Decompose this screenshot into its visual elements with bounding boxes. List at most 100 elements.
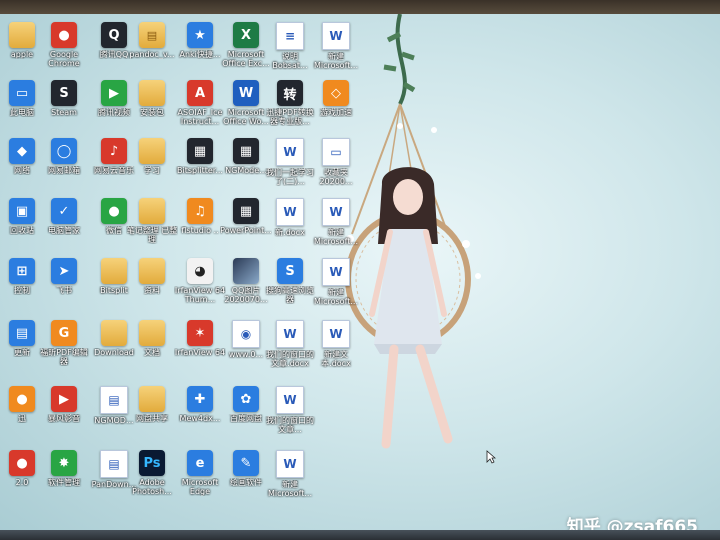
icon-browser[interactable]: ◯ 网易邮箱 [40, 138, 88, 194]
icon-asoiaf[interactable]: A ASOIAF_Ice Instruct... [176, 80, 224, 136]
game-center-icon: ◇ [323, 80, 349, 106]
icon-security[interactable]: ✓ 电脑管家 [40, 198, 88, 254]
feishu-icon: ➤ [51, 258, 77, 284]
asoiaf-icon: A [187, 80, 213, 106]
icon-photoshop[interactable]: Ps Adobe Photosh... [128, 450, 176, 506]
folder-network-icon [139, 386, 165, 412]
icon-irfanview-64[interactable]: ✶ IrfanView 64 [175, 320, 225, 376]
icon-folder-anzhuang[interactable]: 安装包 [128, 80, 176, 136]
doc-10-icon: W [276, 386, 304, 414]
icon-sogou[interactable]: S 搜狗高速浏览器 [266, 258, 314, 314]
icon-mewpix[interactable]: ✚ Mew4dx... [176, 386, 224, 442]
google-chrome-icon: ● [51, 22, 77, 48]
icon-nomodel[interactable]: ▦ NGMode... [222, 138, 270, 194]
desktop-icon-label: 迅捷PDF转换器专业版... [266, 108, 314, 126]
desktop-icon-label: 新建 Microsoft... [267, 480, 313, 498]
icon-doc-8[interactable]: W 我们的窗口的文章.docx [266, 320, 314, 376]
folder-download-icon [101, 320, 127, 346]
icon-converter[interactable]: 转迅捷PDF转换器专业版... [266, 80, 314, 136]
taskbar-edge [0, 530, 720, 540]
desktop-icon-label: 我们一起学习了(二)... [266, 168, 314, 186]
doc-1-icon: ≡ [276, 22, 304, 50]
converter-icon: 转 [277, 80, 303, 106]
mobile-assistant-icon: ✿ [233, 386, 259, 412]
icon-www[interactable]: ◉ www.0... [222, 320, 270, 376]
control-icon: ⊞ [9, 258, 35, 284]
desktop-icon-label: Adobe Photosh... [132, 478, 172, 496]
desktop-icon-label: Anki快捷... [179, 50, 221, 59]
icon-screenshot[interactable]: QQ图片2020070... [222, 258, 270, 314]
icon-folder-study[interactable]: 学习 [128, 138, 176, 194]
tencent-video-icon: ▶ [101, 80, 127, 106]
icon-folder-docs[interactable]: 文档 [128, 320, 176, 376]
icon-folder-network[interactable]: 网盘共享 [128, 386, 176, 442]
apple-icon [9, 22, 35, 48]
icon-edge[interactable]: e Microsoft Edge [176, 450, 224, 506]
icon-media-player[interactable]: ▶ 暴风影音 [40, 386, 88, 442]
desktop-icon-label: 新建 Microsoft... [313, 228, 359, 246]
pdf-tool-icon: G [51, 320, 77, 346]
icon-doc-3[interactable]: W 我们一起学习了(二)... [266, 138, 314, 194]
screenshot-icon [233, 258, 259, 284]
bitsplitter-icon: ▦ [187, 138, 213, 164]
desktop-icon-label: 搜狗高速浏览器 [266, 286, 314, 304]
icon-doc-11[interactable]: W 新建 Microsoft... [266, 450, 314, 506]
icon-fstudio[interactable]: ♫ flstudio .. [176, 198, 224, 254]
browser-icon: ◯ [51, 138, 77, 164]
icon-pandoc[interactable]: ▤ pandoc_v... [128, 22, 176, 78]
media-player-icon: ▶ [51, 386, 77, 412]
desktop-icon-label: 笔记整理 已整理 [126, 226, 178, 244]
icon-folder-notes[interactable]: 笔记整理 已整理 [126, 198, 178, 254]
desktop-icon-label: 暴风影音 [48, 414, 80, 423]
desktop-icon-label: 飞书 [56, 286, 72, 295]
doc-7-icon: W [322, 258, 350, 286]
desktop-icon-label: 软件管理 [48, 478, 80, 487]
icon-bitsplitter[interactable]: ▦ Bitsplitter... [176, 138, 224, 194]
icon-app-store[interactable]: ✸ 软件管理 [40, 450, 88, 506]
icon-folder-data[interactable]: 资料 [128, 258, 176, 314]
app-9-icon: ● [9, 450, 35, 476]
nomodel-icon: ▦ [233, 138, 259, 164]
icon-steam[interactable]: S Steam [40, 80, 88, 136]
desktop-icon-label: 安装包 [140, 108, 164, 117]
desktop-icon-label: 我们的窗口的文章... [266, 416, 314, 434]
folder-docs-icon [139, 320, 165, 346]
icon-excel[interactable]: X Microsoft Office Exc... [222, 22, 270, 78]
icon-word[interactable]: W Microsoft Office Wo... [222, 80, 270, 136]
icon-doc-5[interactable]: W 新.docx [266, 198, 314, 254]
edge-icon: e [187, 450, 213, 476]
excel-icon: X [233, 22, 259, 48]
icon-ppt[interactable]: ▦ PowerPoint... [220, 198, 272, 254]
icon-doc-9[interactable]: W 新建文本.docx [312, 320, 360, 376]
ppt-icon: ▦ [233, 198, 259, 224]
icon-pdf-tool[interactable]: G 福昕PDF编辑器 [40, 320, 88, 376]
icon-doc-1[interactable]: ≡ 说明 Bobsat... [266, 22, 314, 78]
photoshop-icon: Ps [139, 450, 165, 476]
mewpix-icon: ✚ [187, 386, 213, 412]
desktop-icon-label: 新建 Microsoft... [313, 288, 359, 306]
icon-anki[interactable]: ★ Anki快捷... [176, 22, 224, 78]
update-icon: ▤ [9, 320, 35, 346]
icon-mobile-assistant[interactable]: ✿ 百度网盘 [222, 386, 270, 442]
fstudio-icon: ♫ [187, 198, 213, 224]
icon-doc-7[interactable]: W 新建 Microsoft... [312, 258, 360, 314]
icon-feishu[interactable]: ➤ 飞书 [40, 258, 88, 314]
icon-game-center[interactable]: ◇ 游戏加速 [312, 80, 360, 136]
icon-irfanview[interactable]: ◕ IrfanView 64 Thum... [175, 258, 225, 314]
desktop-icon-label: Microsoft Edge [181, 478, 219, 496]
icon-doc-2[interactable]: W 新建 Microsoft... [312, 22, 360, 78]
mouse-cursor-icon [486, 450, 496, 464]
doc-2-icon: W [322, 22, 350, 50]
icon-doc-10[interactable]: W 我们的窗口的文章... [266, 386, 314, 442]
icon-google-chrome[interactable]: ● Google Chrome [40, 22, 88, 78]
desktop-icon-label: 新建文本.docx [321, 350, 351, 368]
desktop-icon-label: 资料 [144, 286, 160, 295]
icon-doc-4[interactable]: ▭ 收藏夹 20200... [312, 138, 360, 194]
icon-doc-6[interactable]: W 新建 Microsoft... [312, 198, 360, 254]
desktop-icon-label: pandoc_v... [129, 50, 175, 59]
icon-draw[interactable]: ✎ 绘画软件 [222, 450, 270, 506]
sogou-icon: S [277, 258, 303, 284]
steam-icon: S [51, 80, 77, 106]
doc-6-icon: W [322, 198, 350, 226]
desktop-icon-label: 收藏夹 20200... [319, 168, 353, 186]
